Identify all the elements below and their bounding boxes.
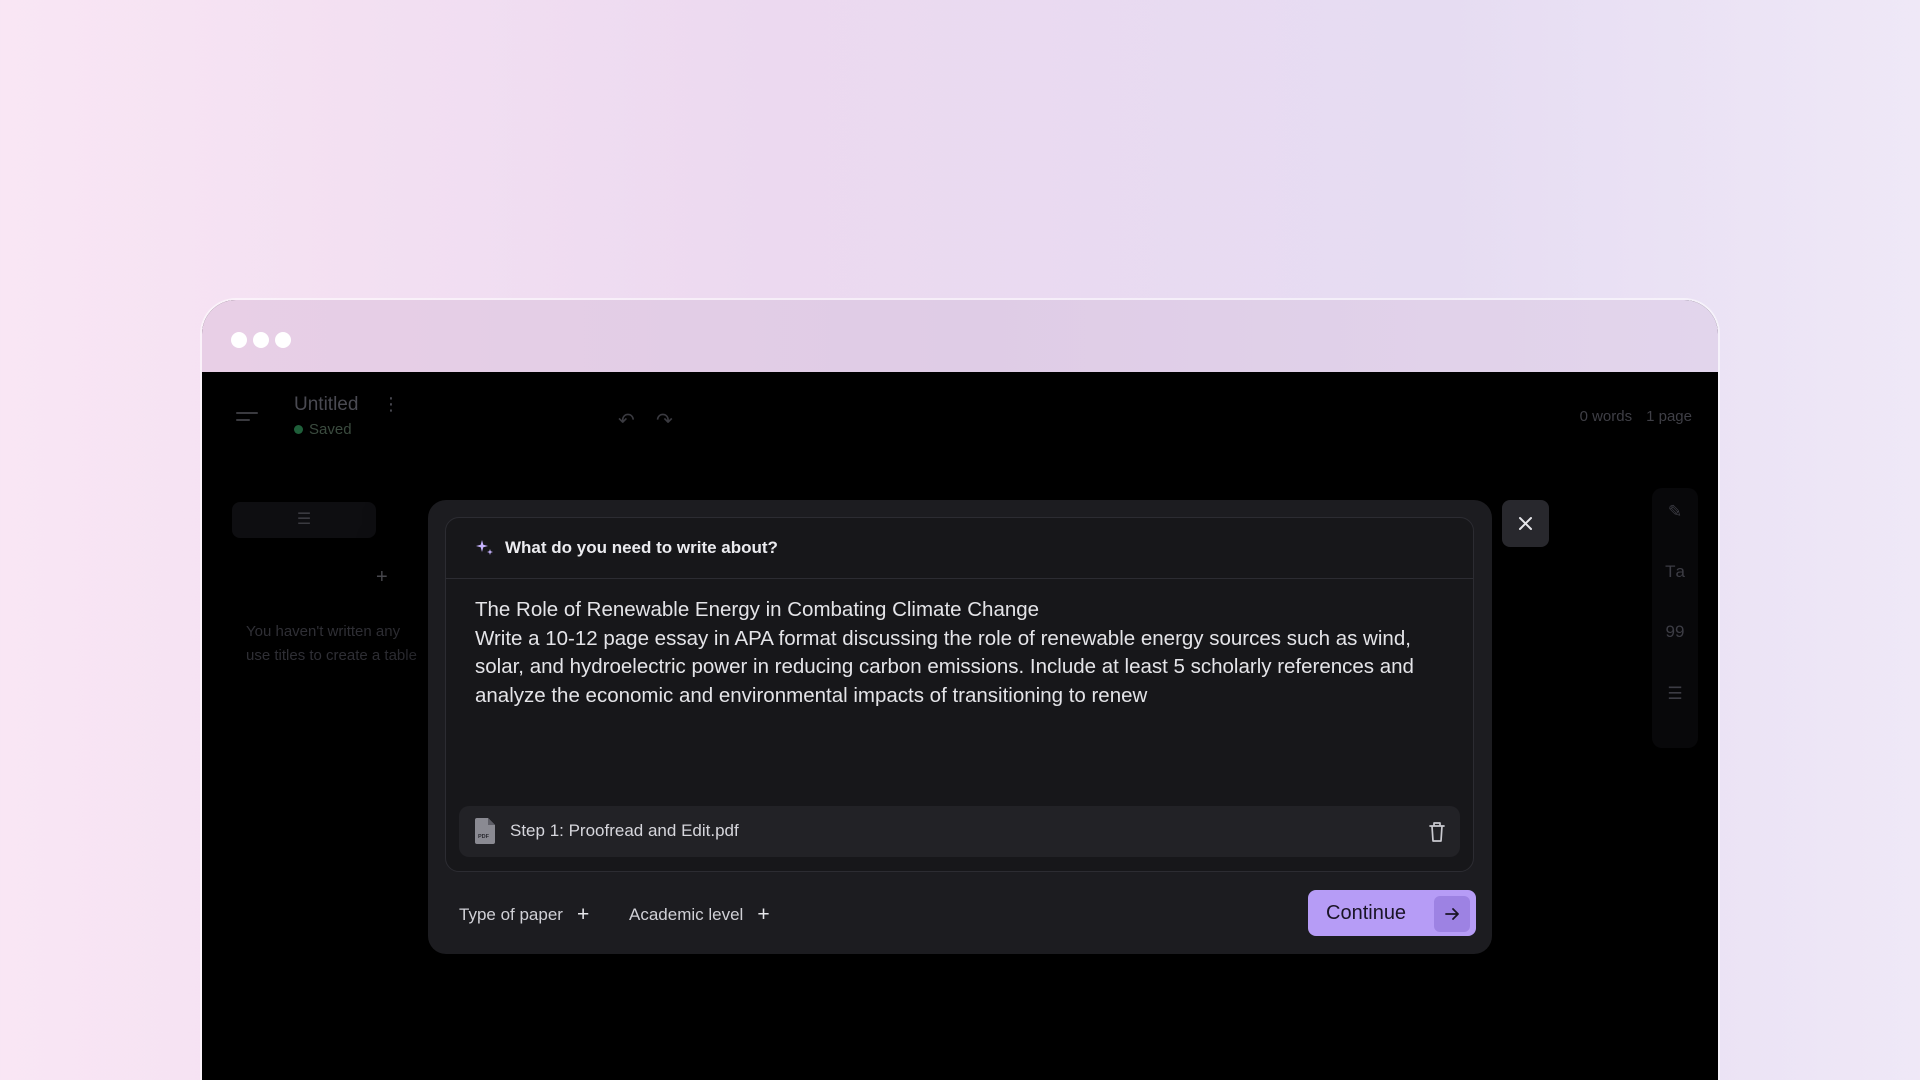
outline-toggle-button[interactable]: ☰ (232, 502, 376, 538)
dialog-heading: What do you need to write about? (505, 538, 778, 557)
undo-icon[interactable]: ↶ (618, 408, 635, 433)
continue-button[interactable]: Continue (1308, 890, 1476, 936)
prompt-textarea[interactable]: The Role of Renewable Energy in Combatin… (475, 596, 1445, 710)
pen-icon[interactable]: ✎ (1652, 502, 1698, 522)
text-format-icon[interactable]: Tа (1652, 562, 1698, 582)
outline-empty-text: You haven't written any use titles to cr… (246, 623, 417, 664)
arrow-right-icon (1434, 896, 1470, 932)
write-prompt-dialog: What do you need to write about? The Rol… (428, 500, 1492, 954)
list-icon[interactable]: ☰ (1652, 684, 1698, 704)
save-status: Saved (294, 421, 352, 438)
window-dot-close[interactable] (231, 332, 247, 348)
page-count: 1 page (1646, 408, 1692, 425)
academic-level-option[interactable]: Academic level + (629, 903, 770, 927)
word-count: 0 words (1579, 408, 1633, 425)
quote-icon[interactable]: 99 (1652, 622, 1698, 642)
list-icon: ☰ (296, 511, 312, 528)
add-outline-icon[interactable]: + (376, 566, 388, 589)
type-of-paper-label: Type of paper (459, 905, 563, 924)
academic-level-label: Academic level (629, 905, 744, 924)
document-counts: 0 words 1 page (1580, 408, 1692, 425)
attachment-row: PDF Step 1: Proofread and Edit.pdf (459, 806, 1460, 857)
window-dot-minimize[interactable] (253, 332, 269, 348)
attachment-name: Step 1: Proofread and Edit.pdf (510, 821, 739, 840)
window-controls (231, 332, 291, 348)
trash-icon[interactable] (1426, 820, 1448, 844)
pdf-type-label: PDF (478, 834, 490, 840)
window-titlebar (202, 300, 1718, 372)
continue-label: Continue (1326, 902, 1407, 924)
menu-icon[interactable] (236, 412, 258, 428)
plus-icon: + (757, 903, 770, 926)
close-icon (1519, 517, 1532, 530)
pdf-file-icon: PDF (475, 818, 495, 844)
type-of-paper-option[interactable]: Type of paper + (459, 903, 589, 927)
tool-rail: ✎ Tа 99 ☰ (1652, 488, 1698, 748)
status-dot (294, 425, 303, 434)
sparkle-icon (476, 540, 493, 555)
close-dialog-button[interactable] (1502, 500, 1549, 547)
redo-icon[interactable]: ↷ (656, 408, 673, 433)
prompt-card-header: What do you need to write about? (446, 518, 1473, 579)
window-dot-maximize[interactable] (275, 332, 291, 348)
more-vertical-icon[interactable]: ⋮ (382, 394, 400, 415)
save-status-label: Saved (309, 421, 352, 438)
prompt-card: What do you need to write about? The Rol… (445, 517, 1474, 872)
document-title[interactable]: Untitled (294, 394, 358, 416)
plus-icon: + (576, 903, 590, 926)
